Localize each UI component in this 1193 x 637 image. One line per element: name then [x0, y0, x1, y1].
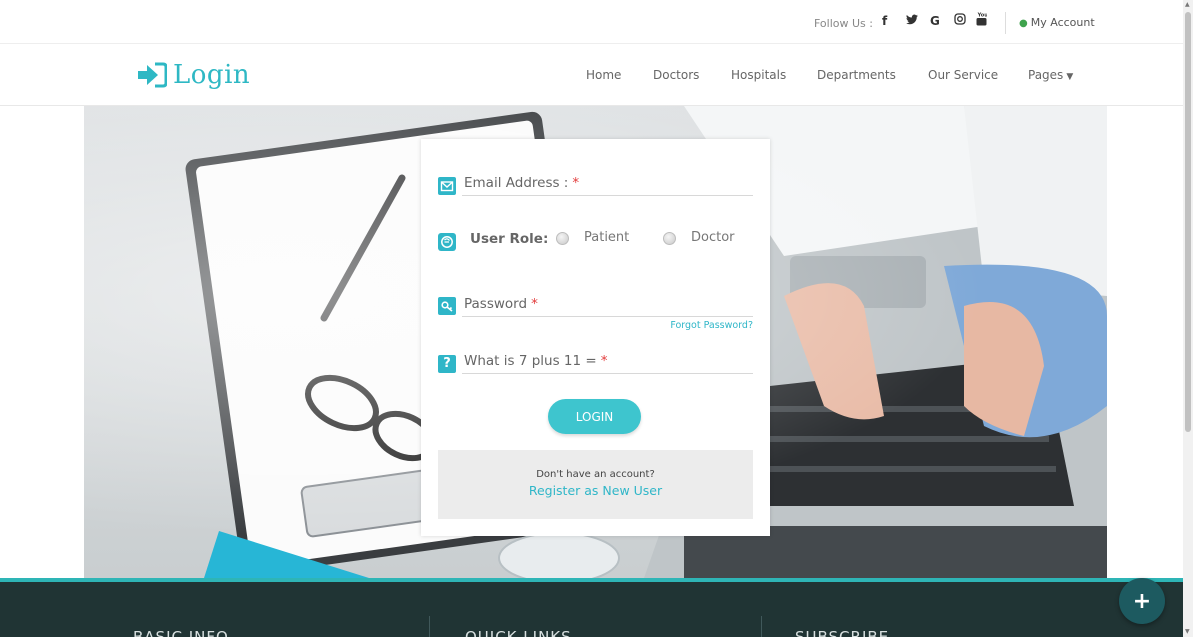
question-icon: ? — [438, 355, 456, 373]
role-icon — [438, 233, 456, 251]
required-mark: * — [600, 353, 608, 369]
nav-doctors[interactable]: Doctors — [653, 68, 699, 82]
password-label: Password — [464, 296, 528, 312]
user-role-label: User Role: — [470, 231, 549, 247]
password-field[interactable]: Password * — [438, 295, 753, 319]
scrollbar-thumb[interactable] — [1185, 12, 1191, 432]
register-panel: Don't have an account? Register as New U… — [438, 450, 753, 519]
twitter-icon[interactable] — [906, 14, 918, 28]
nav-our-service[interactable]: Our Service — [928, 68, 998, 82]
top-bar: Follow Us : f G You ● My Account — [0, 0, 1183, 44]
scrollbar[interactable]: ▲ ▼ — [1183, 0, 1193, 637]
google-icon[interactable]: G — [930, 14, 940, 28]
my-account-link[interactable]: ● My Account — [1019, 16, 1095, 29]
scroll-down-icon[interactable]: ▼ — [1185, 628, 1190, 635]
nav-hospitals[interactable]: Hospitals — [731, 68, 786, 82]
facebook-icon[interactable]: f — [882, 14, 887, 28]
envelope-icon — [438, 177, 456, 195]
nav-pages[interactable]: Pages ▼ — [1028, 68, 1073, 82]
svg-text:You: You — [977, 13, 987, 19]
captcha-label: What is 7 plus 11 = — [464, 353, 597, 369]
footer-subscribe-title: SUBSCRIBE — [795, 628, 890, 637]
footer: BASIC INFO QUICK LINKS SUBSCRIBE — [0, 578, 1183, 637]
page-title: Login — [173, 60, 251, 90]
login-form: Email Address : * User Role: Patient Doct… — [421, 139, 770, 536]
user-icon: ● — [1019, 18, 1028, 29]
main-header: Login Home Doctors Hospitals Departments… — [0, 44, 1183, 106]
my-account-label: My Account — [1030, 16, 1095, 29]
login-button[interactable]: LOGIN — [548, 399, 641, 434]
footer-quick-links-title: QUICK LINKS — [465, 628, 572, 637]
chevron-down-icon: ▼ — [1066, 72, 1074, 82]
nav-pages-label: Pages — [1028, 68, 1064, 82]
divider — [1005, 12, 1006, 34]
captcha-field[interactable]: ? What is 7 plus 11 = * — [438, 351, 753, 375]
register-link[interactable]: Register as New User — [438, 483, 753, 498]
role-patient-label[interactable]: Patient — [584, 230, 629, 245]
scroll-up-icon[interactable]: ▲ — [1185, 1, 1190, 8]
nav-departments[interactable]: Departments — [817, 68, 896, 82]
instagram-icon[interactable] — [954, 13, 966, 28]
required-mark: * — [531, 296, 538, 312]
email-field[interactable]: Email Address : * — [438, 173, 753, 197]
floating-plus-button[interactable]: + — [1119, 578, 1165, 624]
footer-basic-info-title: BASIC INFO — [133, 628, 229, 637]
email-label: Email Address : — [464, 175, 569, 191]
follow-us-label: Follow Us : — [814, 17, 873, 30]
role-doctor-label[interactable]: Doctor — [691, 230, 735, 245]
nav-home[interactable]: Home — [586, 68, 621, 82]
key-icon — [438, 297, 456, 315]
forgot-password-link[interactable]: Forgot Password? — [670, 320, 753, 331]
required-mark: * — [572, 175, 580, 191]
role-patient-radio[interactable] — [556, 232, 569, 245]
youtube-icon[interactable]: You — [976, 11, 988, 29]
role-doctor-radio[interactable] — [663, 232, 676, 245]
page-logo[interactable]: Login — [137, 58, 250, 92]
sign-in-icon — [138, 62, 167, 88]
register-question: Don't have an account? — [536, 469, 655, 480]
user-role-group: User Role: Patient Doctor — [438, 229, 753, 255]
